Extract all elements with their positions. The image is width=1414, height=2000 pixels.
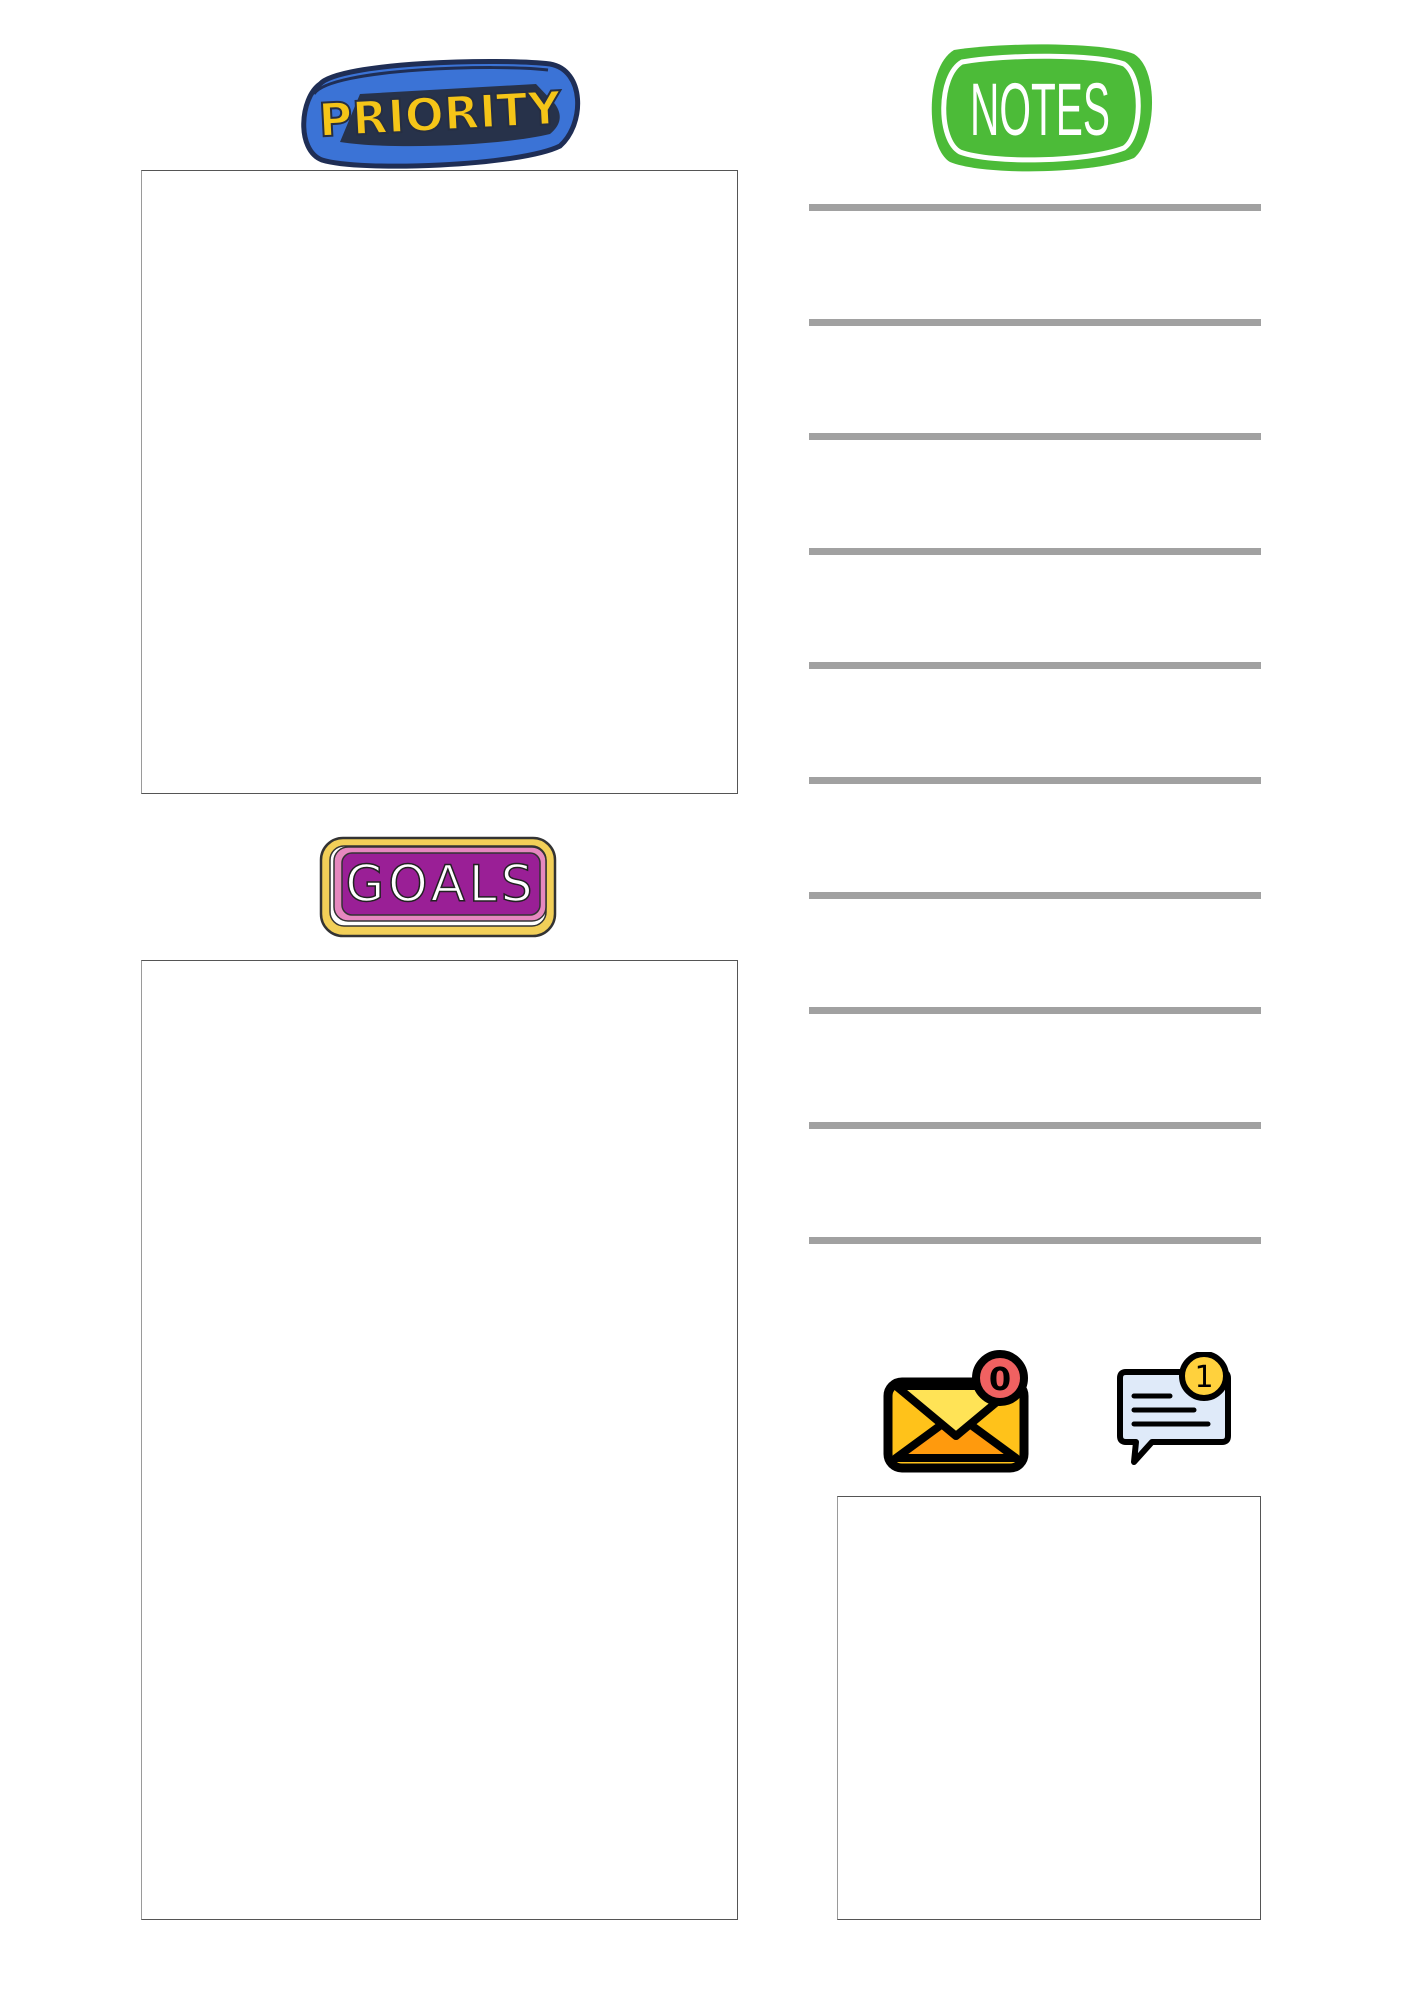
notes-line[interactable]: [809, 1237, 1261, 1244]
notes-sticker: NOTES: [924, 40, 1156, 178]
notes-label: NOTES: [970, 68, 1110, 151]
priority-sticker: PRIORITY: [300, 54, 582, 170]
notes-line[interactable]: [809, 1122, 1261, 1129]
priority-box[interactable]: [141, 170, 738, 794]
mail-badge-count: 0: [989, 1360, 1011, 1398]
mail-notification-icon: 0: [882, 1348, 1034, 1474]
notes-line[interactable]: [809, 1007, 1261, 1014]
notes-line[interactable]: [809, 319, 1261, 326]
notes-line[interactable]: [809, 777, 1261, 784]
notes-line[interactable]: [809, 204, 1261, 211]
goals-sticker: GOALS: [318, 834, 560, 942]
goals-label: GOALS: [345, 855, 536, 913]
notes-line[interactable]: [809, 548, 1261, 555]
chat-notification-icon: 1: [1112, 1352, 1236, 1476]
notes-line[interactable]: [809, 433, 1261, 440]
notes-line[interactable]: [809, 892, 1261, 899]
notes-line[interactable]: [809, 662, 1261, 669]
messages-box[interactable]: [837, 1496, 1261, 1920]
goals-box[interactable]: [141, 960, 738, 1920]
chat-badge-count: 1: [1194, 1360, 1213, 1395]
